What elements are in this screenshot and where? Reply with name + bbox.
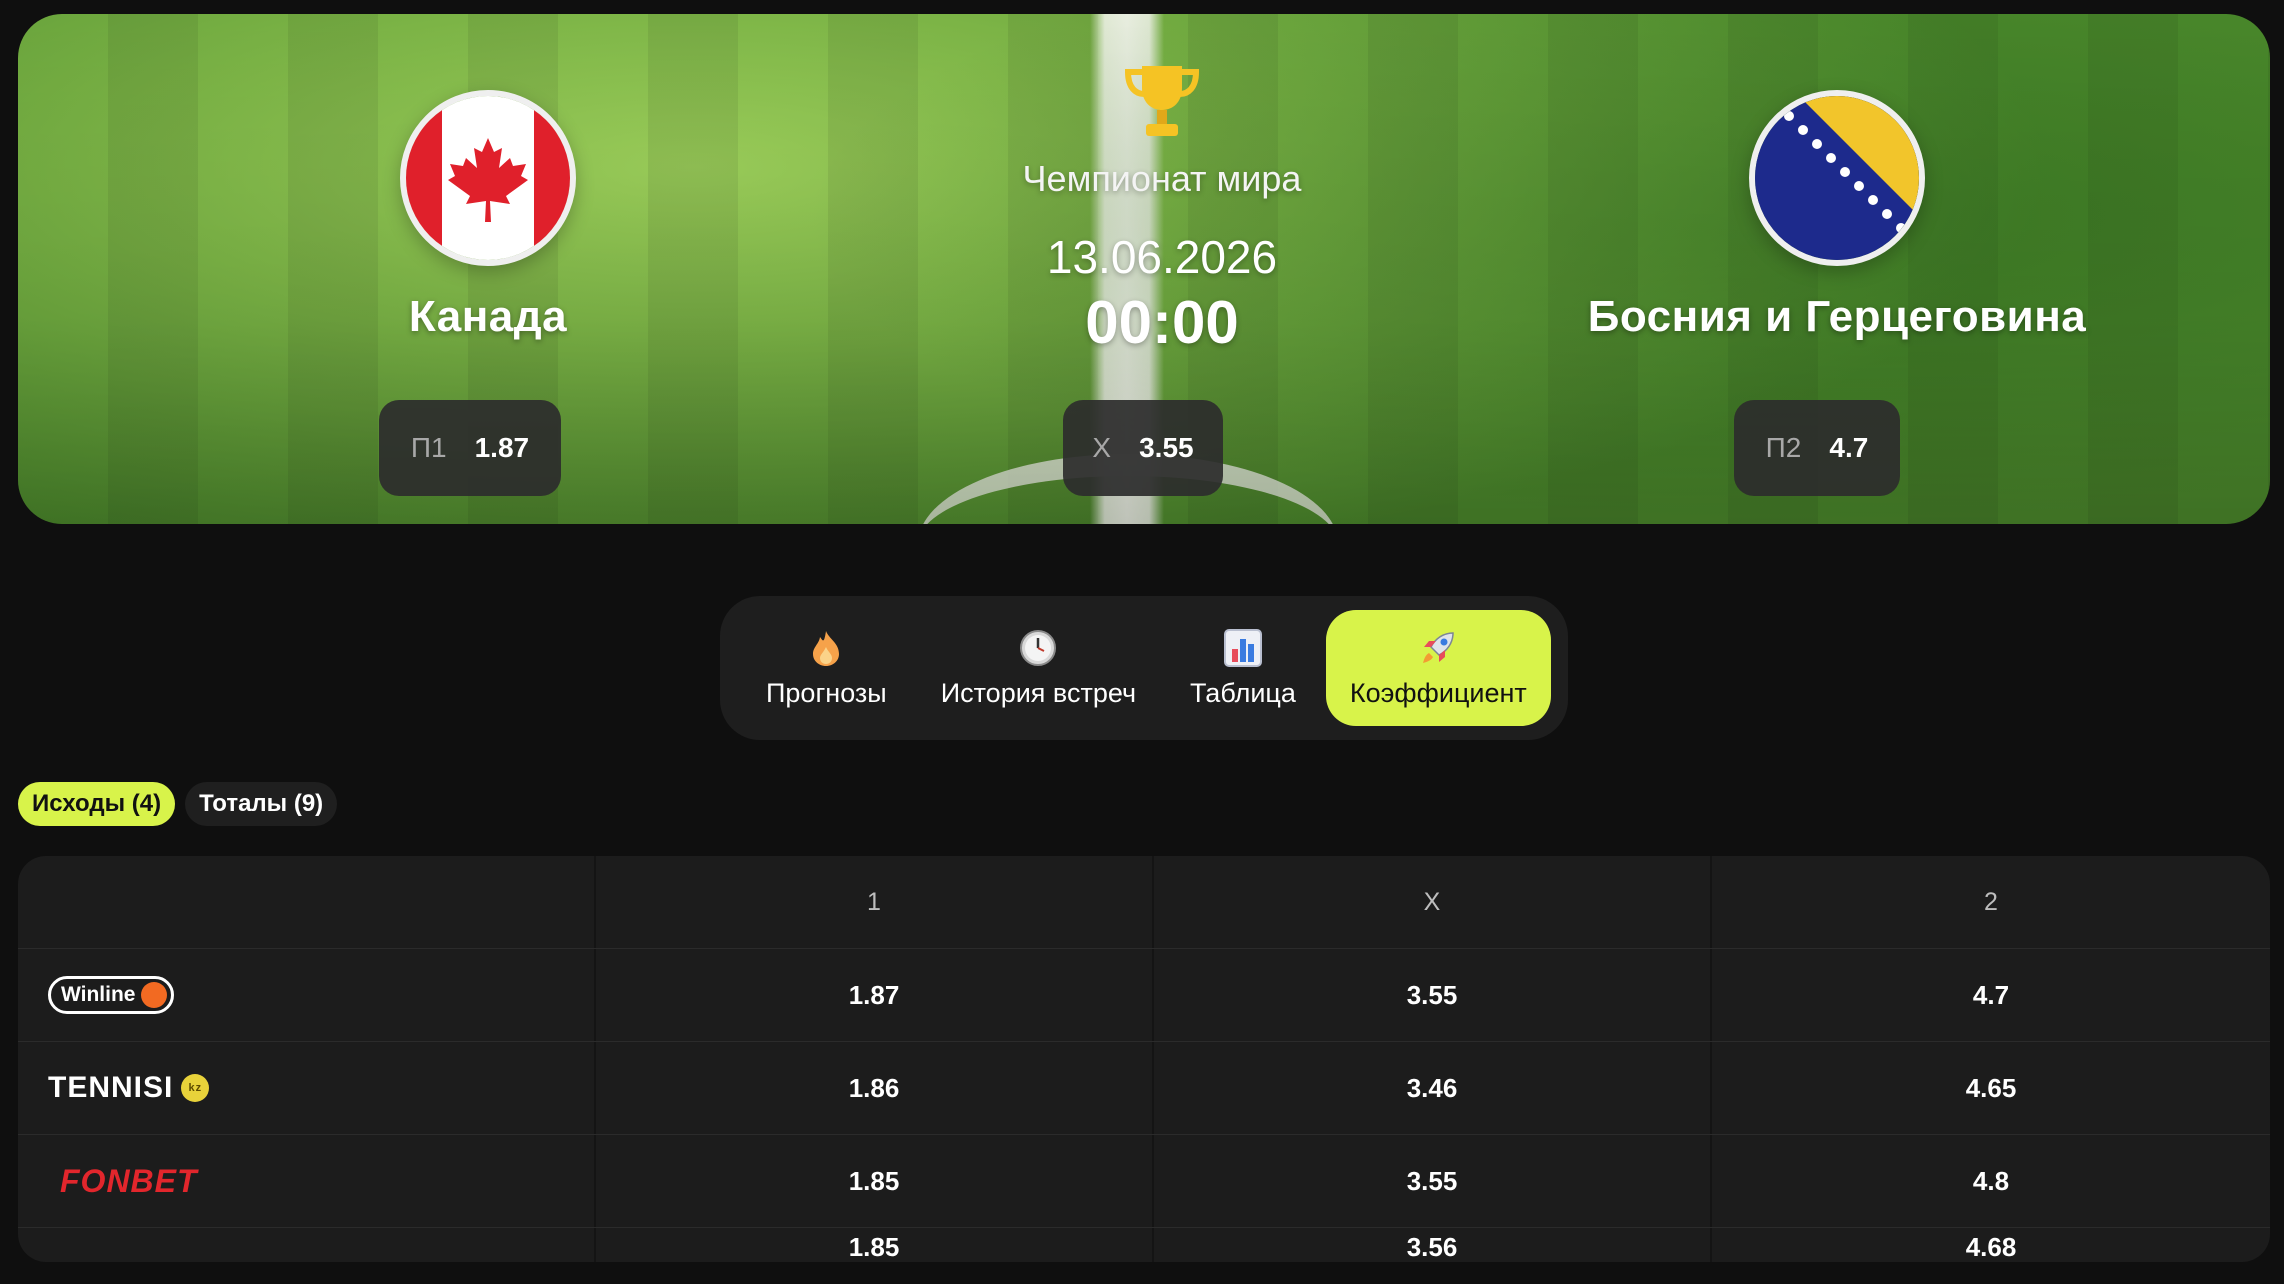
odd-cell[interactable]: 4.65 xyxy=(1712,1042,2270,1134)
tab-label: Таблица xyxy=(1190,677,1296,708)
odds-comparison-table: 1 X 2 Winline 1.87 3.55 4.7 TENNISI kz 1… xyxy=(18,856,2270,1262)
home-team: Канада xyxy=(188,90,788,342)
tab-label: Коэффициент xyxy=(1349,677,1527,708)
odd-cell[interactable]: 3.55 xyxy=(1154,1135,1712,1227)
away-team-name: Босния и Герцеговина xyxy=(1587,292,2087,341)
odd-cell[interactable]: 3.56 xyxy=(1154,1228,1712,1262)
filter-outcomes[interactable]: Исходы (4) xyxy=(18,782,176,826)
odd-value: 1.87 xyxy=(474,432,530,463)
bosnia-flag-icon xyxy=(1749,90,1925,266)
tennisi-logo[interactable]: TENNISI kz xyxy=(48,1071,210,1105)
tab-head-to-head[interactable]: История встреч xyxy=(917,610,1160,726)
header-home-win: 1 xyxy=(596,856,1154,948)
odd-label: П2 xyxy=(1765,432,1802,463)
match-info: Чемпионат мира 13.06.2026 00:00 xyxy=(862,58,1462,357)
odd-cell[interactable]: 4.7 xyxy=(1712,949,2270,1041)
away-team: Босния и Герцеговина xyxy=(1537,90,2137,342)
header-bookmaker xyxy=(18,856,596,948)
filter-totals[interactable]: Тоталы (9) xyxy=(185,782,338,826)
odd-cell[interactable]: 1.85 xyxy=(596,1228,1154,1262)
odd-away-win-button[interactable]: П2 4.7 xyxy=(1734,400,1900,496)
odd-cell[interactable]: 4.8 xyxy=(1712,1135,2270,1227)
match-hero-banner: Канада Чемпионат мира 13.06.2026 00:00 Б… xyxy=(18,14,2270,524)
tab-label: Прогнозы xyxy=(766,677,887,708)
winline-dot-icon xyxy=(141,982,168,1008)
match-date: 13.06.2026 xyxy=(1046,231,1278,283)
clock-icon xyxy=(1018,628,1058,668)
bookmaker-name: TENNISI xyxy=(48,1071,174,1104)
tab-odds[interactable]: Коэффициент xyxy=(1325,610,1551,726)
tournament-name: Чемпионат мира xyxy=(1022,158,1302,199)
rocket-icon xyxy=(1418,628,1458,668)
header-draw: X xyxy=(1154,856,1712,948)
table-row[interactable]: FONBET 1.85 3.55 4.8 xyxy=(18,1135,2270,1228)
odd-cell[interactable]: 3.46 xyxy=(1154,1042,1712,1134)
tab-forecasts[interactable]: Прогнозы xyxy=(742,610,911,726)
odd-cell[interactable]: 4.68 xyxy=(1712,1228,2270,1262)
table-row[interactable]: 1.85 3.56 4.68 xyxy=(18,1228,2270,1262)
header-away-win: 2 xyxy=(1984,887,1998,916)
odd-cell[interactable]: 1.85 xyxy=(596,1135,1154,1227)
fire-icon xyxy=(806,628,846,668)
odd-cell[interactable]: 1.87 xyxy=(596,949,1154,1041)
tab-standings[interactable]: Таблица xyxy=(1166,610,1320,726)
market-filters: Исходы (4) Тоталы (9) xyxy=(18,782,338,826)
table-row[interactable]: Winline 1.87 3.55 4.7 xyxy=(18,949,2270,1042)
section-tabs: Прогнозы История встреч Таблица Коэффици… xyxy=(720,596,1568,740)
trophy-icon xyxy=(1120,58,1204,142)
odd-cell[interactable]: 1.86 xyxy=(596,1042,1154,1134)
match-time: 00:00 xyxy=(1085,289,1239,356)
bookmaker-name: Winline xyxy=(61,983,136,1006)
canada-flag-icon xyxy=(400,90,576,266)
table-header-row: 1 X 2 xyxy=(18,856,2270,949)
odd-cell[interactable]: 3.55 xyxy=(1154,949,1712,1041)
odd-draw-button[interactable]: X 3.55 xyxy=(1063,400,1223,496)
odd-value: 3.55 xyxy=(1139,432,1194,463)
table-row[interactable]: TENNISI kz 1.86 3.46 4.65 xyxy=(18,1042,2270,1135)
bar-chart-icon xyxy=(1223,628,1263,668)
odd-value: 4.7 xyxy=(1829,432,1869,463)
home-team-name: Канада xyxy=(408,292,568,341)
kz-badge-icon: kz xyxy=(181,1074,210,1102)
tab-label: История встреч xyxy=(940,677,1137,708)
odd-label: X xyxy=(1092,432,1112,463)
odd-label: П1 xyxy=(410,432,447,463)
winline-logo[interactable]: Winline xyxy=(48,976,175,1014)
bookmaker-cell xyxy=(18,1228,596,1262)
match-page: Канада Чемпионат мира 13.06.2026 00:00 Б… xyxy=(0,0,2284,1284)
odd-home-win-button[interactable]: П1 1.87 xyxy=(379,400,561,496)
fonbet-logo[interactable]: FONBET xyxy=(48,1163,198,1200)
